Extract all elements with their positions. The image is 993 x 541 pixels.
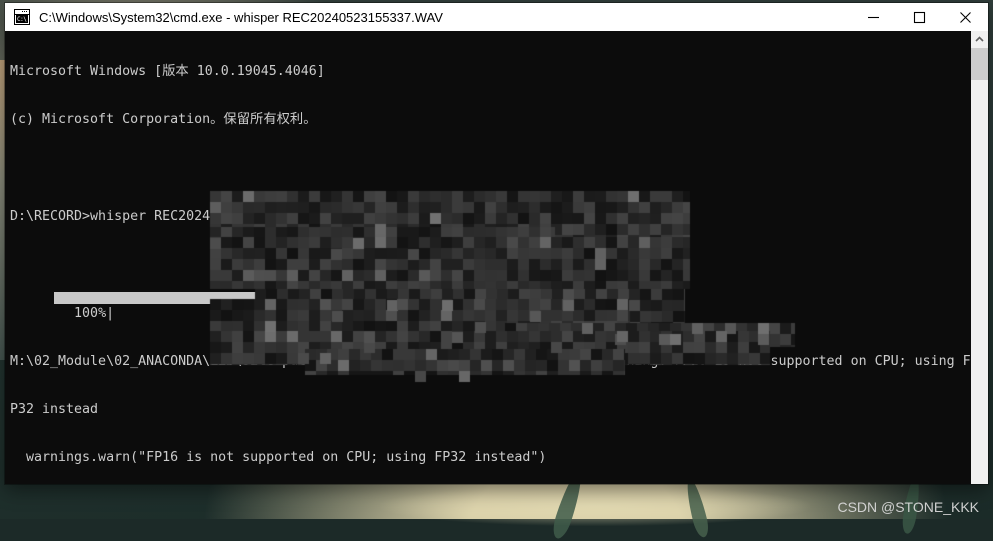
csdn-watermark: CSDN @STONE_KKK — [837, 499, 979, 515]
minimize-button[interactable] — [850, 3, 896, 31]
window-controls — [850, 3, 988, 31]
progress-bar-fill — [54, 291, 380, 304]
console-line: (c) Microsoft Corporation。保留所有权利。 — [10, 112, 317, 128]
close-button[interactable] — [942, 3, 988, 31]
progress-stats: 461M/461M [04:14<00:00, 1.90MiB/s] — [388, 289, 661, 305]
maximize-button[interactable] — [896, 3, 942, 31]
console-scrollbar[interactable] — [971, 31, 988, 484]
maximize-icon — [913, 11, 925, 23]
wallpaper-glow — [380, 486, 810, 526]
window-title: C:\Windows\System32\cmd.exe - whisper RE… — [39, 9, 443, 25]
close-icon — [959, 11, 971, 23]
cmd-console-icon: C:\ — [14, 9, 30, 25]
console-warning-line-wrap: P32 instead — [10, 402, 99, 418]
progress-bar-prefix: | — [106, 305, 115, 321]
chevron-up-icon — [975, 36, 984, 42]
cmd-icon-label: C:\ — [16, 15, 28, 23]
console-line: Microsoft Windows [版本 10.0.19045.4046] — [10, 64, 325, 80]
scroll-up-button[interactable] — [971, 31, 988, 48]
minimize-icon — [867, 16, 879, 18]
download-progress-line: 100%| 461M/461M [04:14<00:00, 1.90MiB/s] — [10, 289, 970, 321]
console-warning-line: M:\02_Module\02_ANACONDA\Lib\site-packag… — [10, 353, 971, 369]
cmd-console-window: C:\ C:\Windows\System32\cmd.exe - whispe… — [5, 3, 988, 484]
console-text: Microsoft Windows [版本 10.0.19045.4046] (… — [10, 32, 971, 484]
console-command-line: D:\RECORD>whisper REC20240523155337.WAV — [10, 209, 323, 225]
title-bar[interactable]: C:\ C:\Windows\System32\cmd.exe - whispe… — [5, 3, 988, 31]
console-output-area[interactable]: Microsoft Windows [版本 10.0.19045.4046] (… — [5, 31, 988, 484]
scrollbar-thumb[interactable] — [971, 48, 988, 80]
console-warning-call: warnings.warn("FP16 is not supported on … — [10, 450, 547, 466]
progress-percent-label: 100% — [74, 305, 107, 321]
